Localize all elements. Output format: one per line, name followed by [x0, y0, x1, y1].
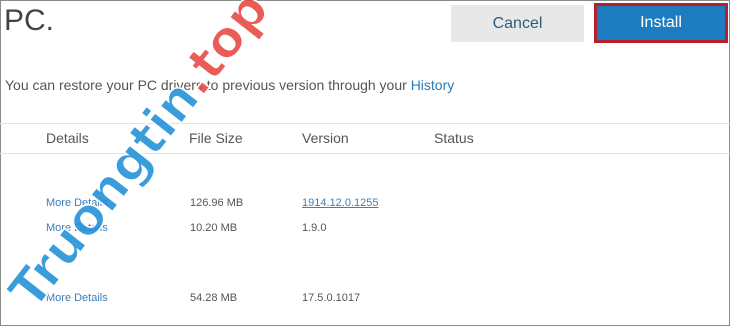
file-size-value: 126.96 MB	[190, 197, 244, 209]
version-value: 1.9.0	[302, 222, 327, 234]
install-button[interactable]: Install	[594, 3, 728, 43]
column-header-file-size: File Size	[189, 130, 243, 146]
table-top-divider	[0, 123, 730, 124]
table-header-divider	[0, 153, 730, 154]
restore-info-text: You can restore your PC drivers to previ…	[5, 77, 411, 93]
column-header-version: Version	[302, 130, 349, 146]
more-details-link[interactable]: More Details	[46, 222, 108, 234]
file-size-value: 54.28 MB	[190, 292, 238, 304]
file-size-value: 10.20 MB	[190, 222, 238, 234]
column-header-status: Status	[434, 130, 474, 146]
more-details-link[interactable]: More Details	[46, 292, 108, 304]
page-title: PC.	[4, 4, 55, 37]
version-link[interactable]: 1914.12.0.1255	[302, 197, 378, 209]
version-value: 17.5.0.1017	[302, 292, 361, 304]
history-link[interactable]: History	[411, 77, 455, 93]
dialog-frame	[0, 0, 730, 326]
column-header-details: Details	[46, 130, 89, 146]
cancel-button[interactable]: Cancel	[451, 5, 584, 42]
more-details-link[interactable]: More Details	[46, 197, 108, 209]
restore-info: You can restore your PC drivers to previ…	[5, 77, 454, 93]
